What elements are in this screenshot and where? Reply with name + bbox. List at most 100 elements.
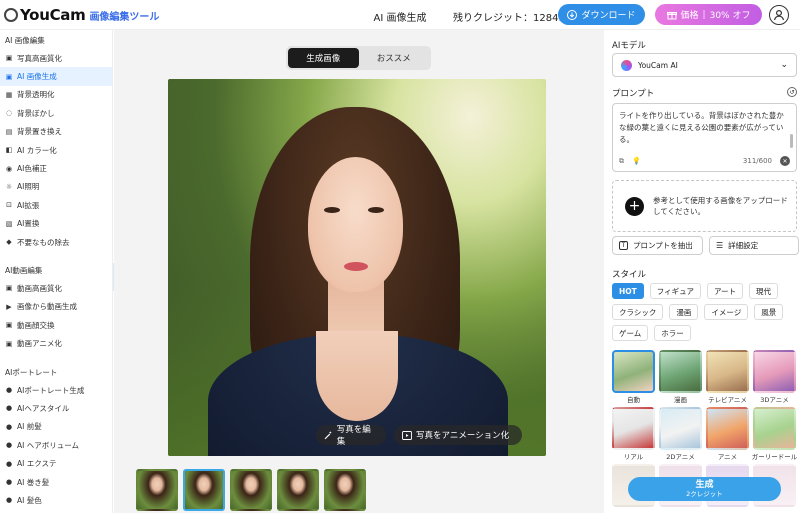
advanced-settings-button[interactable]: ☰ 詳細設定	[709, 236, 799, 255]
thumbnail-5[interactable]	[324, 469, 366, 511]
generate-button[interactable]: 生成 2クレジット	[628, 477, 781, 501]
extract-prompt-button[interactable]: T プロンプトを抽出	[612, 236, 703, 255]
style-option-label: リアル	[623, 453, 644, 461]
tab-generated-images[interactable]: 生成画像	[288, 48, 359, 68]
sidebar-item[interactable]: ▤ 背景置き換え	[0, 123, 112, 141]
sidebar-item[interactable]: ● AIポートレート生成	[0, 381, 112, 399]
style-option[interactable]: 2Dアニメ	[659, 407, 702, 461]
sidebar-item[interactable]: ● AIヘアスタイル	[0, 399, 112, 417]
extract-prompt-label: プロンプトを抽出	[633, 241, 693, 250]
light-bulb-icon[interactable]: 💡	[632, 157, 641, 165]
thumbnail-2[interactable]	[183, 469, 225, 511]
copy-icon[interactable]: ⧉	[619, 157, 624, 166]
sidebar-item[interactable]: ● AI 前髪	[0, 418, 112, 436]
style-chip-manga[interactable]: 漫画	[669, 304, 699, 320]
magic-wand-icon	[324, 431, 332, 439]
style-chip-game[interactable]: ゲーム	[612, 325, 649, 341]
sidebar-item[interactable]: ▣ 動画顔交換	[0, 316, 112, 334]
thumbnail-4[interactable]	[277, 469, 319, 511]
style-label: スタイル	[612, 270, 647, 280]
sidebar-item[interactable]: ▦ 背景透明化	[0, 86, 112, 104]
tab-recommended[interactable]: おススメ	[359, 48, 430, 68]
style-chips-row-1: HOT フィギュア アート 現代	[612, 283, 798, 299]
sidebar-item[interactable]: ▧ AI置換	[0, 215, 112, 233]
style-chip-landscape[interactable]: 風景	[754, 304, 784, 320]
sidebar-item[interactable]: ⊡ AI拡張	[0, 196, 112, 214]
sidebar-item[interactable]: ◌ 背景ぼかし	[0, 104, 112, 122]
price-discount: 30% オフ	[709, 11, 751, 21]
style-chip-art[interactable]: アート	[706, 283, 744, 299]
style-chip-horror[interactable]: ホラー	[654, 325, 691, 341]
sidebar-item[interactable]: ● AI 巻き髪	[0, 473, 112, 491]
sidebar-section-title: AI動画編集	[5, 266, 43, 276]
history-icon[interactable]: ↺	[787, 87, 797, 97]
image-lips	[344, 262, 368, 271]
image-chest	[316, 331, 398, 421]
account-avatar[interactable]	[769, 5, 789, 25]
style-option[interactable]: 3Dアニメ	[753, 350, 796, 404]
style-option[interactable]: アニメ	[706, 407, 749, 461]
text-icon: T	[619, 241, 628, 250]
sidebar-item[interactable]: ◆ 不要なもの除去	[0, 233, 112, 251]
sidebar-item[interactable]: ◧ AI カラー化	[0, 141, 112, 159]
animate-icon	[402, 430, 412, 440]
style-thumbnail	[659, 407, 702, 450]
style-chip-hot[interactable]: HOT	[612, 283, 644, 299]
style-option[interactable]: テレビアニメ	[706, 350, 749, 404]
remaining-credits: 残りクレジット：12849	[453, 13, 565, 24]
sidebar-item[interactable]: ● AI エクステ	[0, 454, 112, 472]
style-option[interactable]: ガーリードール	[752, 407, 797, 461]
style-thumbnail	[612, 350, 655, 393]
generate-cost: 2クレジット	[686, 490, 723, 498]
reference-image-upload[interactable]: + 参考として使用する画像をアップロードしてください。	[612, 180, 797, 232]
style-option[interactable]: 自動	[612, 350, 655, 404]
sidebar-item[interactable]: ▣ 動画アニメ化	[0, 334, 112, 352]
ai-image-icon: ▣	[5, 72, 13, 81]
style-chip-modern[interactable]: 現代	[749, 283, 779, 299]
prompt-input[interactable]: ライトを作り出している。背景はぼかされた豊かな緑の葉と遠くに見える公園の要素が広…	[612, 103, 797, 172]
sidebar-item[interactable]: ☼ AI照明	[0, 178, 112, 196]
thumbnail-strip	[136, 469, 366, 511]
logo-text: YouCam	[20, 6, 86, 24]
animate-photo-button[interactable]: 写真をアニメーション化	[394, 425, 522, 445]
style-thumbnail	[659, 350, 702, 393]
sidebar-item[interactable]: ▶ 画像から動画生成	[0, 298, 112, 316]
style-option-label: アニメ	[717, 453, 738, 461]
sidebar-item[interactable]: ◉ AI色補正	[0, 159, 112, 177]
prompt-text[interactable]: ライトを作り出している。背景はぼかされた豊かな緑の葉と遠くに見える公園の要素が広…	[619, 110, 790, 148]
sidebar-item[interactable]: ▣ AI 画像生成	[0, 67, 112, 86]
thumbnail-1[interactable]	[136, 469, 178, 511]
bangs-icon: ●	[5, 422, 13, 431]
style-chip-classic[interactable]: クラシック	[612, 304, 664, 320]
edit-photo-button[interactable]: 写真を編集	[316, 425, 386, 447]
style-option[interactable]: 漫画	[659, 350, 702, 404]
colorize-icon: ◧	[5, 146, 13, 155]
generated-image[interactable]: 写真を編集 写真をアニメーション化	[168, 79, 546, 456]
sidebar-item[interactable]: ▣ 写真高画質化	[0, 49, 112, 67]
eraser-icon: ◆	[6, 238, 12, 247]
pricing-button[interactable]: 価格 | 30% オフ	[655, 4, 762, 25]
sidebar-item-label: 動画顔交換	[17, 320, 55, 330]
sidebar-item[interactable]: ● AI 髪色	[0, 491, 112, 509]
replace-icon: ▧	[5, 219, 13, 228]
clear-prompt-icon[interactable]: ✕	[780, 156, 790, 166]
thumbnail-3[interactable]	[230, 469, 272, 511]
download-button[interactable]: ダウンロード	[558, 4, 645, 25]
sidebar-item[interactable]: ● AI ヘアボリューム	[0, 436, 112, 454]
sidebar-item[interactable]: ▣ 動画高画質化	[0, 279, 112, 297]
ai-model-select[interactable]: YouCam AI ⌄	[612, 53, 797, 77]
download-icon	[567, 9, 578, 20]
sidebar-item-label: 背景置き換え	[17, 127, 62, 137]
image-right-eye	[368, 207, 384, 213]
sidebar-item-label: AIポートレート生成	[17, 385, 85, 395]
logo[interactable]: YouCam 画像編集ツール	[4, 4, 159, 26]
prompt-scrollbar[interactable]	[790, 134, 793, 148]
animate-photo-label: 写真をアニメーション化	[416, 431, 510, 441]
sidebar-item-label: AI照明	[17, 182, 40, 192]
style-option-label: テレビアニメ	[708, 396, 747, 404]
sidebar-item-label: 写真高画質化	[17, 53, 62, 63]
video-anime-icon: ▣	[5, 339, 13, 348]
style-chip-figure[interactable]: フィギュア	[649, 283, 701, 299]
style-option[interactable]: リアル	[612, 407, 655, 461]
style-chip-image[interactable]: イメージ	[704, 304, 749, 320]
